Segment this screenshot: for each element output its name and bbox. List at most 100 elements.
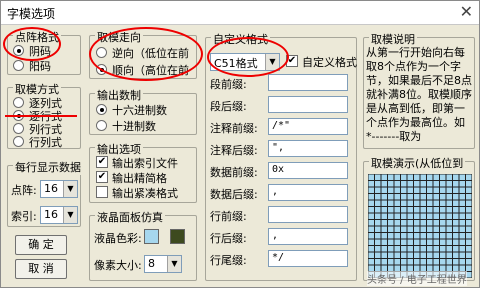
demo-pixel (420, 220, 426, 226)
demo-pixel (466, 259, 472, 265)
custom-row-input[interactable] (268, 96, 348, 113)
radio-column[interactable] (13, 97, 24, 108)
custom-row-input[interactable] (268, 74, 348, 91)
demo-pixel (368, 233, 374, 239)
radio-row-column[interactable] (13, 136, 24, 147)
explain-text: 从第一行开始向右每取8个点作为一个字节，如果最后不足8点就补满8位。取模顺序是从… (366, 46, 472, 143)
watermark: 头条号 / 电子工程世界 (367, 271, 467, 286)
demo-pixel (414, 213, 420, 219)
demo-pixel (414, 226, 420, 232)
custom-row-label: 注释前缀: (210, 122, 258, 135)
custom-row-input[interactable]: /*" (268, 118, 348, 135)
demo-pixel (420, 213, 426, 219)
tight-label: 输出紧凑格式 (112, 187, 178, 200)
demo-pixel (407, 194, 413, 200)
demo-pixel (407, 207, 413, 213)
demo-pixel (427, 200, 433, 206)
demo-pixel (388, 252, 394, 258)
demo-pixel (420, 246, 426, 252)
demo-pixel (381, 220, 387, 226)
index-count-select[interactable]: 16 ▼ (40, 206, 78, 224)
demo-pixel (420, 194, 426, 200)
custom-row-label: 注释后缀: (210, 144, 258, 157)
demo-pixel (407, 259, 413, 265)
demo-pixel (407, 174, 413, 180)
output-options-group: 输出选项 ✔ 输出索引文件 ✔ 输出精简格 输出紧凑格式 (89, 141, 197, 203)
per-line-title: 每行显示数据 (13, 159, 83, 175)
radio-decimal[interactable] (96, 120, 107, 131)
demo-pixel (368, 252, 374, 258)
close-icon[interactable]: ✕ (460, 3, 473, 21)
demo-pixel (414, 252, 420, 258)
dot-count-label: 点阵: (11, 184, 37, 197)
compact-checkbox[interactable]: ✔ (96, 171, 108, 183)
demo-pixel (381, 259, 387, 265)
custom-row-input[interactable]: ", (268, 140, 348, 157)
demo-pixel (453, 187, 459, 193)
demo-pixel (388, 207, 394, 213)
index-file-checkbox[interactable]: ✔ (96, 156, 108, 168)
cancel-button[interactable]: 取 消 (15, 259, 67, 279)
demo-pixel (420, 200, 426, 206)
tight-checkbox[interactable] (96, 186, 108, 198)
lcd-bg-color-swatch[interactable] (144, 229, 159, 244)
demo-pixel (466, 174, 472, 180)
demo-pixel (433, 181, 439, 187)
demo-pixel (368, 220, 374, 226)
radio-row-column-label: 行列式 (29, 136, 62, 149)
custom-row-label: 数据前缀: (210, 166, 258, 179)
demo-pixel (381, 213, 387, 219)
demo-pixel (414, 233, 420, 239)
demo-pixel (466, 226, 472, 232)
demo-pixel (368, 194, 374, 200)
custom-row-input[interactable]: */ (268, 250, 348, 267)
demo-pixel (407, 246, 413, 252)
demo-pixel (440, 239, 446, 245)
radio-hex[interactable] (96, 104, 107, 115)
demo-pixel (375, 187, 381, 193)
demo-pixel (401, 213, 407, 219)
demo-pixel (459, 174, 465, 180)
demo-pixel (433, 252, 439, 258)
demo-pixel (401, 207, 407, 213)
per-line-group: 每行显示数据 点阵: 16 ▼ 索引: 16 ▼ (7, 159, 83, 227)
pixel-size-label: 像素大小: (94, 259, 142, 272)
radio-positive[interactable] (13, 60, 24, 71)
custom-row-input[interactable] (268, 206, 348, 223)
demo-pixel (401, 239, 407, 245)
custom-row-input[interactable]: , (268, 228, 348, 245)
demo-pixel (466, 213, 472, 219)
demo-pixel (414, 174, 420, 180)
demo-pixel (401, 174, 407, 180)
demo-pixel (401, 226, 407, 232)
demo-pixel (420, 207, 426, 213)
demo-pixel (388, 226, 394, 232)
demo-pixel (375, 200, 381, 206)
demo-pixel (407, 252, 413, 258)
demo-pixel (375, 207, 381, 213)
demo-pixel (453, 246, 459, 252)
radio-decimal-label: 十进制数 (112, 120, 156, 133)
ok-button[interactable]: 确 定 (15, 235, 67, 255)
demo-pixel (446, 239, 452, 245)
demo-pixel (453, 252, 459, 258)
demo-pixel (466, 207, 472, 213)
custom-row-input[interactable]: , (268, 184, 348, 201)
dot-count-select[interactable]: 16 ▼ (40, 180, 78, 198)
custom-row-input[interactable]: 0x (268, 162, 348, 179)
demo-pixel (446, 226, 452, 232)
demo-pixel (401, 233, 407, 239)
output-base-title: 输出数制 (95, 87, 143, 103)
demo-pixel (440, 207, 446, 213)
annotation-ellipse-dot-format (3, 27, 61, 61)
demo-pixel (394, 226, 400, 232)
pixel-size-select[interactable]: 8 ▼ (144, 255, 182, 273)
custom-row-label: 数据后缀: (210, 188, 258, 201)
demo-pixel (420, 252, 426, 258)
lcd-fg-color-swatch[interactable] (170, 229, 185, 244)
demo-pixel (394, 259, 400, 265)
radio-column-row[interactable] (13, 123, 24, 134)
demo-pixel (433, 174, 439, 180)
demo-pixel (394, 194, 400, 200)
demo-pixel (394, 246, 400, 252)
